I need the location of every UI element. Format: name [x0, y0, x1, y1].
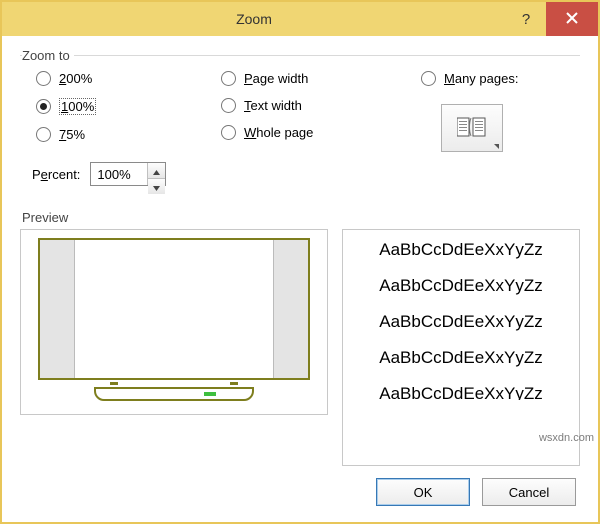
dialog-body: Zoom to 200% 100% 75%	[2, 36, 598, 522]
sample-line: AaBbCcDdEeXxYyZz	[351, 384, 571, 400]
radio-icon	[221, 71, 236, 86]
many-pages-icon	[457, 116, 487, 141]
titlebar: Zoom ?	[2, 2, 598, 36]
preview-label: Preview	[22, 210, 580, 225]
radio-100-label: 100%	[59, 98, 96, 115]
sample-line: AaBbCcDdEeXxYyZz	[351, 348, 571, 368]
window-title: Zoom	[2, 11, 506, 27]
radio-icon	[421, 71, 436, 86]
dropdown-corner-icon	[494, 144, 499, 149]
cancel-button[interactable]: Cancel	[482, 478, 576, 506]
spinner-up-button[interactable]	[148, 163, 165, 179]
watermark: wsxdn.com	[539, 432, 594, 444]
radio-100[interactable]: 100%	[36, 98, 211, 115]
zoom-dialog: Zoom ? Zoom to 200% 100%	[0, 0, 600, 524]
help-button[interactable]: ?	[506, 2, 546, 36]
chevron-down-icon	[153, 179, 160, 194]
radio-text-width-label: Text width	[244, 98, 302, 113]
sample-line: AaBbCcDdEeXxYyZz	[351, 312, 571, 332]
preview-sample-text: AaBbCcDdEeXxYyZz AaBbCcDdEeXxYyZz AaBbCc…	[342, 229, 580, 466]
radio-icon	[36, 71, 51, 86]
radio-page-width-label: Page width	[244, 71, 308, 86]
radio-many-pages-label: Many pages:	[444, 71, 518, 86]
monitor-icon	[38, 238, 310, 380]
percent-spinner[interactable]	[90, 162, 166, 186]
radio-text-width[interactable]: Text width	[221, 98, 411, 113]
radio-icon	[36, 99, 51, 114]
sample-line: AaBbCcDdEeXxYyZz	[351, 276, 571, 296]
monitor-base-icon	[94, 387, 254, 401]
radio-page-width[interactable]: Page width	[221, 71, 411, 86]
many-pages-picker-button[interactable]	[441, 104, 503, 152]
help-icon: ?	[522, 11, 530, 28]
close-icon	[566, 12, 578, 27]
chevron-up-icon	[153, 163, 160, 178]
radio-200-label: 200%	[59, 71, 92, 86]
spinner-down-button[interactable]	[148, 179, 165, 194]
radio-icon	[221, 125, 236, 140]
radio-icon	[221, 98, 236, 113]
radio-whole-page[interactable]: Whole page	[221, 125, 411, 140]
sample-line: AaBbCcDdEeXxYyZz	[351, 240, 571, 260]
radio-75[interactable]: 75%	[36, 127, 211, 142]
zoom-to-legend: Zoom to	[22, 48, 74, 63]
radio-whole-page-label: Whole page	[244, 125, 313, 140]
zoom-to-group: Zoom to 200% 100% 75%	[20, 48, 580, 200]
percent-label: Percent:	[32, 167, 80, 182]
ok-button[interactable]: OK	[376, 478, 470, 506]
preview-monitor-panel	[20, 229, 328, 415]
radio-75-label: 75%	[59, 127, 85, 142]
radio-many-pages[interactable]: Many pages:	[421, 71, 574, 86]
radio-200[interactable]: 200%	[36, 71, 211, 86]
percent-input[interactable]	[91, 163, 147, 185]
close-button[interactable]	[546, 2, 598, 36]
radio-icon	[36, 127, 51, 142]
